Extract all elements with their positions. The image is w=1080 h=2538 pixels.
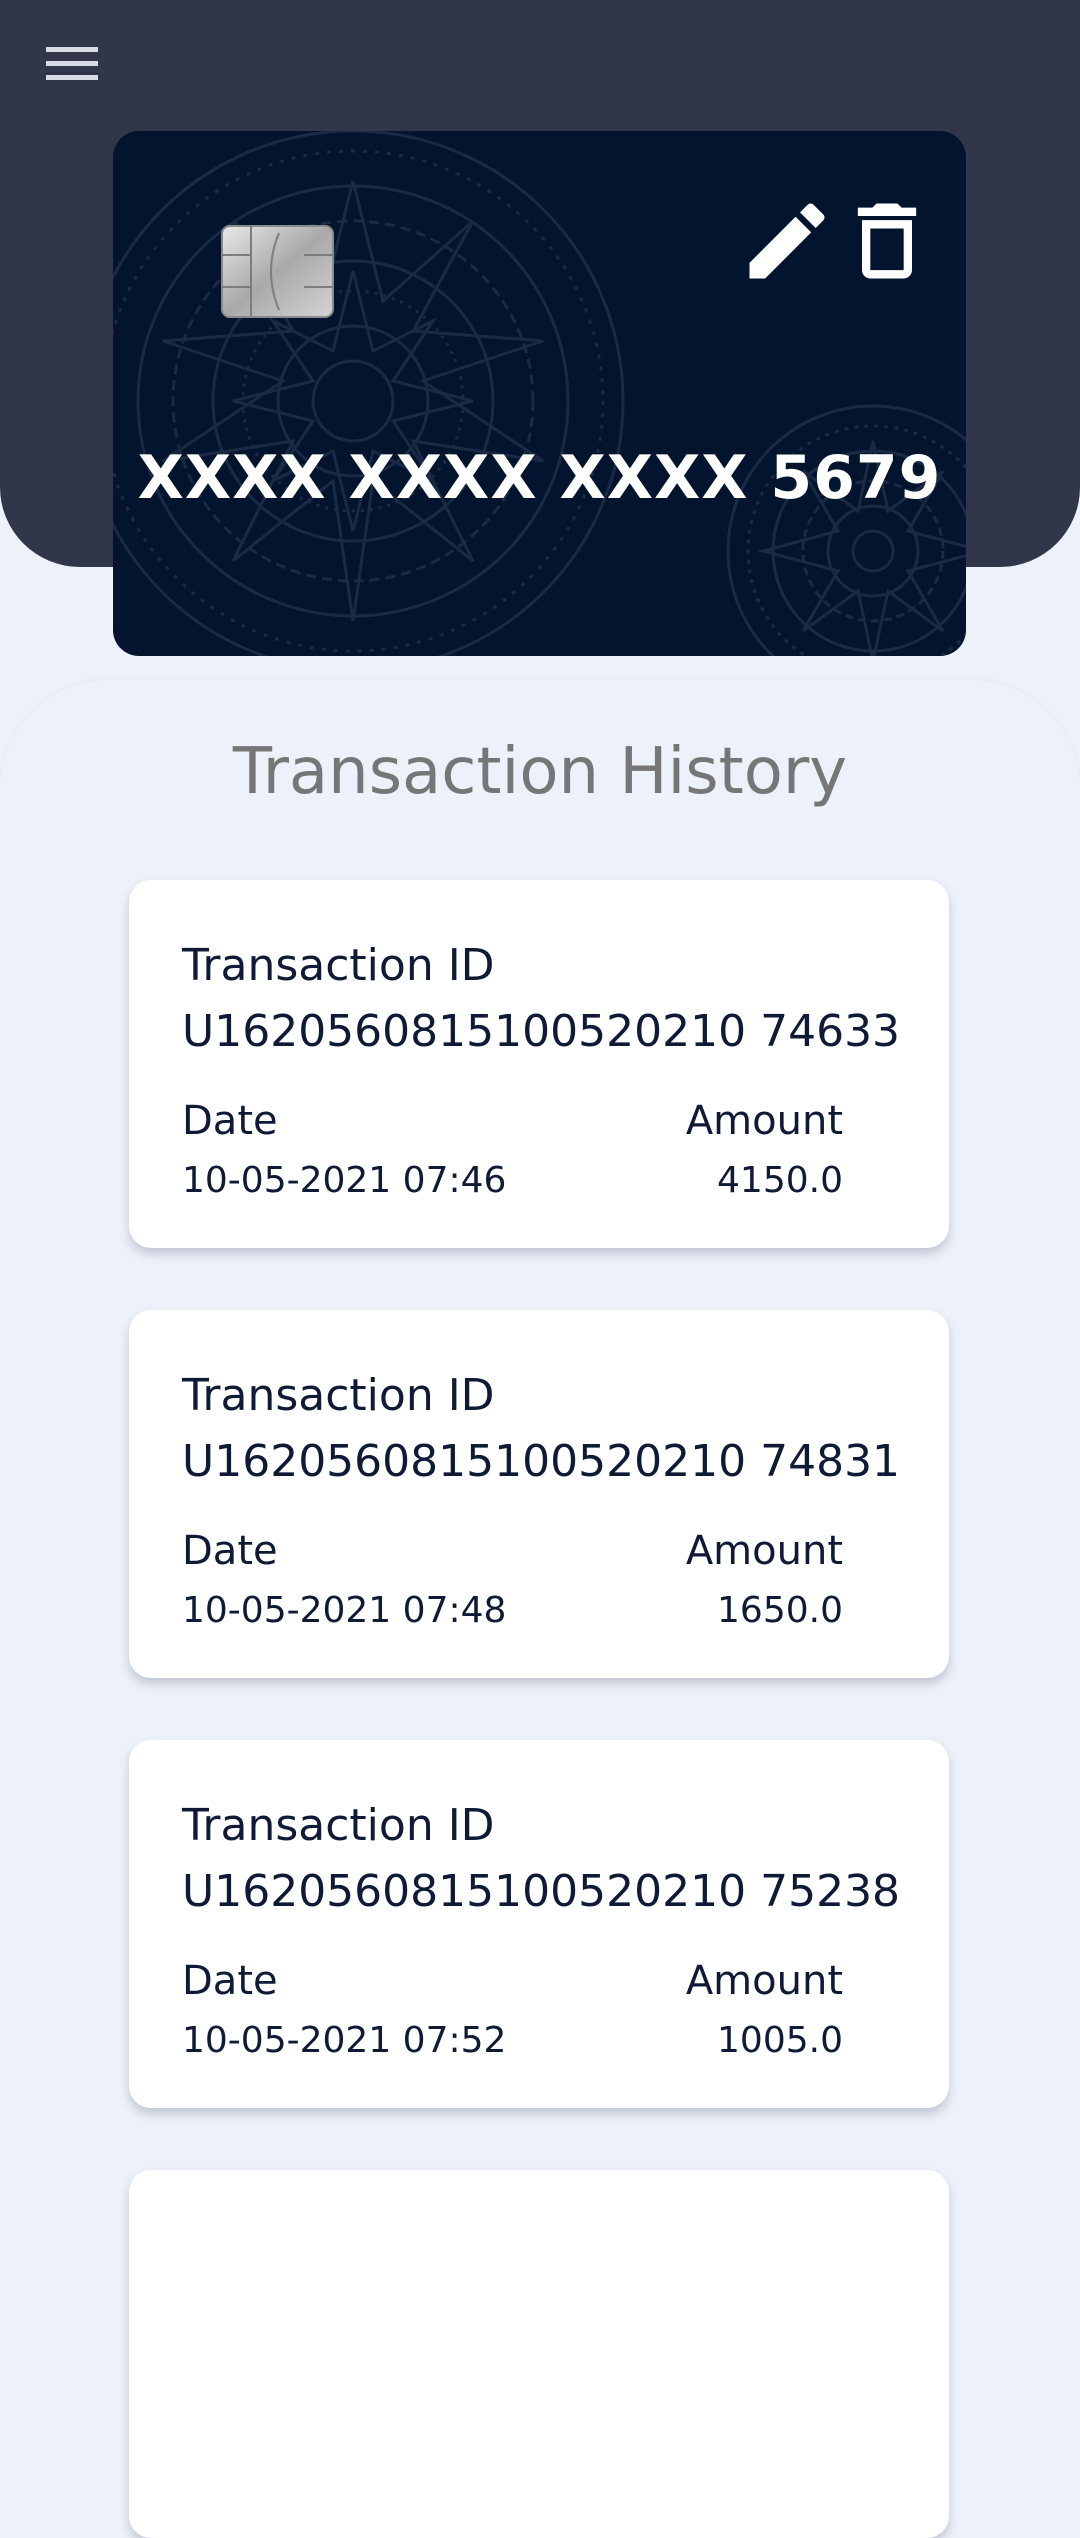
mandala-pattern-small: [726, 404, 966, 656]
card-chip-icon: [221, 225, 334, 318]
transaction-card[interactable]: Transaction ID U1620560815100520210 7523…: [129, 1740, 949, 2108]
amount-value: 4150.0: [717, 1160, 843, 1201]
credit-card: XXXX XXXX XXXX 5679: [113, 131, 966, 656]
transaction-id-value: U1620560815100520210 75238: [182, 1866, 901, 1917]
amount-label: Amount: [685, 1528, 843, 1574]
mandala-pattern: [113, 131, 625, 656]
edit-card-button[interactable]: [737, 191, 837, 291]
transaction-card-partial[interactable]: [129, 2170, 949, 2538]
transaction-id-value: U1620560815100520210 74633: [182, 1006, 901, 1057]
date-label: Date: [182, 1958, 278, 2004]
date-value: 10-05-2021 07:46: [182, 1160, 507, 1201]
date-value: 10-05-2021 07:52: [182, 2020, 507, 2061]
transaction-id-value: U1620560815100520210 74831: [182, 1436, 901, 1487]
delete-card-button[interactable]: [837, 191, 937, 291]
date-label: Date: [182, 1098, 278, 1144]
trash-icon: [857, 203, 917, 279]
amount-label: Amount: [685, 1958, 843, 2004]
transaction-history-title: Transaction History: [232, 735, 848, 809]
amount-value: 1650.0: [717, 1590, 843, 1631]
date-label: Date: [182, 1528, 278, 1574]
hamburger-menu-icon: [46, 47, 98, 80]
card-number: XXXX XXXX XXXX 5679: [137, 443, 942, 513]
transaction-id-label: Transaction ID: [182, 1800, 495, 1851]
transaction-id-label: Transaction ID: [182, 940, 495, 991]
pencil-icon: [749, 203, 825, 279]
transaction-card[interactable]: Transaction ID U1620560815100520210 7463…: [129, 880, 949, 1248]
menu-button[interactable]: [28, 28, 118, 100]
amount-label: Amount: [685, 1098, 843, 1144]
transaction-id-label: Transaction ID: [182, 1370, 495, 1421]
date-value: 10-05-2021 07:48: [182, 1590, 507, 1631]
transaction-card[interactable]: Transaction ID U1620560815100520210 7483…: [129, 1310, 949, 1678]
amount-value: 1005.0: [717, 2020, 843, 2061]
